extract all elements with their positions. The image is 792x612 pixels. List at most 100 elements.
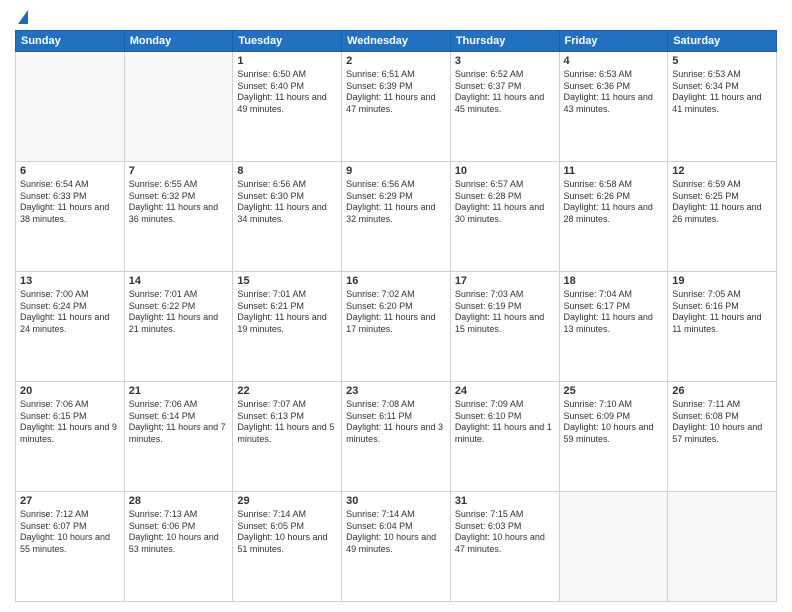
cell-info: Sunrise: 7:07 AM Sunset: 6:13 PM Dayligh… [237,399,337,446]
day-number: 5 [672,55,772,67]
cell-info: Sunrise: 6:54 AM Sunset: 6:33 PM Dayligh… [20,179,120,226]
calendar-header-cell: Tuesday [233,31,342,52]
calendar-cell: 11Sunrise: 6:58 AM Sunset: 6:26 PM Dayli… [559,162,668,272]
day-number: 19 [672,275,772,287]
calendar-cell: 13Sunrise: 7:00 AM Sunset: 6:24 PM Dayli… [16,272,125,382]
calendar-header-cell: Friday [559,31,668,52]
cell-info: Sunrise: 7:15 AM Sunset: 6:03 PM Dayligh… [455,509,555,556]
day-number: 23 [346,385,446,397]
calendar-header-cell: Wednesday [342,31,451,52]
day-number: 6 [20,165,120,177]
calendar-cell: 28 Sunrise: 7:13 AM Sunset: 6:06 PM Dayli… [124,492,233,602]
calendar-header-cell: Thursday [450,31,559,52]
calendar-header-cell: Monday [124,31,233,52]
day-number: 18 [564,275,664,287]
calendar-week-row: 27 Sunrise: 7:12 AM Sunset: 6:07 PM Dayli… [16,492,777,602]
cell-info: Sunrise: 6:52 AM Sunset: 6:37 PM Dayligh… [455,69,555,116]
logo [15,10,28,22]
day-number: 13 [20,275,120,287]
cell-info: Sunrise: 7:01 AM Sunset: 6:22 PM Dayligh… [129,289,229,336]
day-number: 24 [455,385,555,397]
cell-info: Sunrise: 6:55 AM Sunset: 6:32 PM Dayligh… [129,179,229,226]
day-number: 7 [129,165,229,177]
page: SundayMondayTuesdayWednesdayThursdayFrid… [0,0,792,612]
calendar-cell: 29Sunrise: 7:14 AM Sunset: 6:05 PM Dayli… [233,492,342,602]
cell-info: Sunrise: 6:51 AM Sunset: 6:39 PM Dayligh… [346,69,446,116]
cell-info: Sunrise: 6:50 AM Sunset: 6:40 PM Dayligh… [237,69,337,116]
cell-info: Sunrise: 6:56 AM Sunset: 6:29 PM Dayligh… [346,179,446,226]
day-number: 16 [346,275,446,287]
day-number: 26 [672,385,772,397]
calendar-body: 1Sunrise: 6:50 AM Sunset: 6:40 PM Daylig… [16,52,777,602]
calendar-week-row: 13Sunrise: 7:00 AM Sunset: 6:24 PM Dayli… [16,272,777,382]
calendar-week-row: 1Sunrise: 6:50 AM Sunset: 6:40 PM Daylig… [16,52,777,162]
cell-info: Sunrise: 7:14 AM Sunset: 6:05 PM Dayligh… [237,509,337,556]
cell-info: Sunrise: 6:53 AM Sunset: 6:34 PM Dayligh… [672,69,772,116]
day-number: 3 [455,55,555,67]
day-number: 11 [564,165,664,177]
cell-info: Sunrise: 7:11 AM Sunset: 6:08 PM Dayligh… [672,399,772,446]
calendar-cell [16,52,125,162]
calendar-cell: 4 Sunrise: 6:53 AM Sunset: 6:36 PM Daylig… [559,52,668,162]
day-number: 12 [672,165,772,177]
calendar-cell: 7 Sunrise: 6:55 AM Sunset: 6:32 PM Daylig… [124,162,233,272]
cell-info: Sunrise: 7:06 AM Sunset: 6:15 PM Dayligh… [20,399,120,446]
logo-triangle-icon [18,10,28,24]
header [15,10,777,22]
day-number: 8 [237,165,337,177]
calendar-cell: 25Sunrise: 7:10 AM Sunset: 6:09 PM Dayli… [559,382,668,492]
calendar-cell [668,492,777,602]
calendar-cell: 1Sunrise: 6:50 AM Sunset: 6:40 PM Daylig… [233,52,342,162]
calendar-cell: 23Sunrise: 7:08 AM Sunset: 6:11 PM Dayli… [342,382,451,492]
cell-info: Sunrise: 6:56 AM Sunset: 6:30 PM Dayligh… [237,179,337,226]
calendar-cell: 20 Sunrise: 7:06 AM Sunset: 6:15 PM Dayli… [16,382,125,492]
calendar-cell: 31 Sunrise: 7:15 AM Sunset: 6:03 PM Dayli… [450,492,559,602]
day-number: 30 [346,495,446,507]
cell-info: Sunrise: 7:09 AM Sunset: 6:10 PM Dayligh… [455,399,555,446]
day-number: 31 [455,495,555,507]
day-number: 17 [455,275,555,287]
cell-info: Sunrise: 7:14 AM Sunset: 6:04 PM Dayligh… [346,509,446,556]
calendar-header-row: SundayMondayTuesdayWednesdayThursdayFrid… [16,31,777,52]
day-number: 14 [129,275,229,287]
calendar-cell [124,52,233,162]
day-number: 25 [564,385,664,397]
cell-info: Sunrise: 7:05 AM Sunset: 6:16 PM Dayligh… [672,289,772,336]
day-number: 27 [20,495,120,507]
calendar-header-cell: Sunday [16,31,125,52]
calendar-cell: 27 Sunrise: 7:12 AM Sunset: 6:07 PM Dayli… [16,492,125,602]
cell-info: Sunrise: 6:53 AM Sunset: 6:36 PM Dayligh… [564,69,664,116]
calendar-cell: 26 Sunrise: 7:11 AM Sunset: 6:08 PM Dayli… [668,382,777,492]
day-number: 22 [237,385,337,397]
day-number: 20 [20,385,120,397]
calendar-cell: 15 Sunrise: 7:01 AM Sunset: 6:21 PM Dayli… [233,272,342,382]
cell-info: Sunrise: 6:57 AM Sunset: 6:28 PM Dayligh… [455,179,555,226]
calendar-cell: 21Sunrise: 7:06 AM Sunset: 6:14 PM Dayli… [124,382,233,492]
calendar-cell: 3 Sunrise: 6:52 AM Sunset: 6:37 PM Daylig… [450,52,559,162]
cell-info: Sunrise: 7:01 AM Sunset: 6:21 PM Dayligh… [237,289,337,336]
day-number: 28 [129,495,229,507]
cell-info: Sunrise: 7:13 AM Sunset: 6:06 PM Dayligh… [129,509,229,556]
cell-info: Sunrise: 7:06 AM Sunset: 6:14 PM Dayligh… [129,399,229,446]
calendar-header-cell: Saturday [668,31,777,52]
calendar-cell: 6 Sunrise: 6:54 AM Sunset: 6:33 PM Daylig… [16,162,125,272]
calendar-week-row: 6 Sunrise: 6:54 AM Sunset: 6:33 PM Daylig… [16,162,777,272]
calendar-cell: 8 Sunrise: 6:56 AM Sunset: 6:30 PM Daylig… [233,162,342,272]
calendar-cell: 10 Sunrise: 6:57 AM Sunset: 6:28 PM Dayli… [450,162,559,272]
calendar-cell: 14 Sunrise: 7:01 AM Sunset: 6:22 PM Dayli… [124,272,233,382]
day-number: 2 [346,55,446,67]
day-number: 10 [455,165,555,177]
calendar-cell: 18Sunrise: 7:04 AM Sunset: 6:17 PM Dayli… [559,272,668,382]
cell-info: Sunrise: 7:02 AM Sunset: 6:20 PM Dayligh… [346,289,446,336]
cell-info: Sunrise: 7:03 AM Sunset: 6:19 PM Dayligh… [455,289,555,336]
day-number: 4 [564,55,664,67]
day-number: 15 [237,275,337,287]
calendar-cell: 17 Sunrise: 7:03 AM Sunset: 6:19 PM Dayli… [450,272,559,382]
calendar-table: SundayMondayTuesdayWednesdayThursdayFrid… [15,30,777,602]
calendar-cell: 16 Sunrise: 7:02 AM Sunset: 6:20 PM Dayli… [342,272,451,382]
calendar-cell: 9Sunrise: 6:56 AM Sunset: 6:29 PM Daylig… [342,162,451,272]
cell-info: Sunrise: 7:12 AM Sunset: 6:07 PM Dayligh… [20,509,120,556]
calendar-cell: 19 Sunrise: 7:05 AM Sunset: 6:16 PM Dayli… [668,272,777,382]
calendar-cell: 2 Sunrise: 6:51 AM Sunset: 6:39 PM Daylig… [342,52,451,162]
calendar-cell: 30 Sunrise: 7:14 AM Sunset: 6:04 PM Dayli… [342,492,451,602]
